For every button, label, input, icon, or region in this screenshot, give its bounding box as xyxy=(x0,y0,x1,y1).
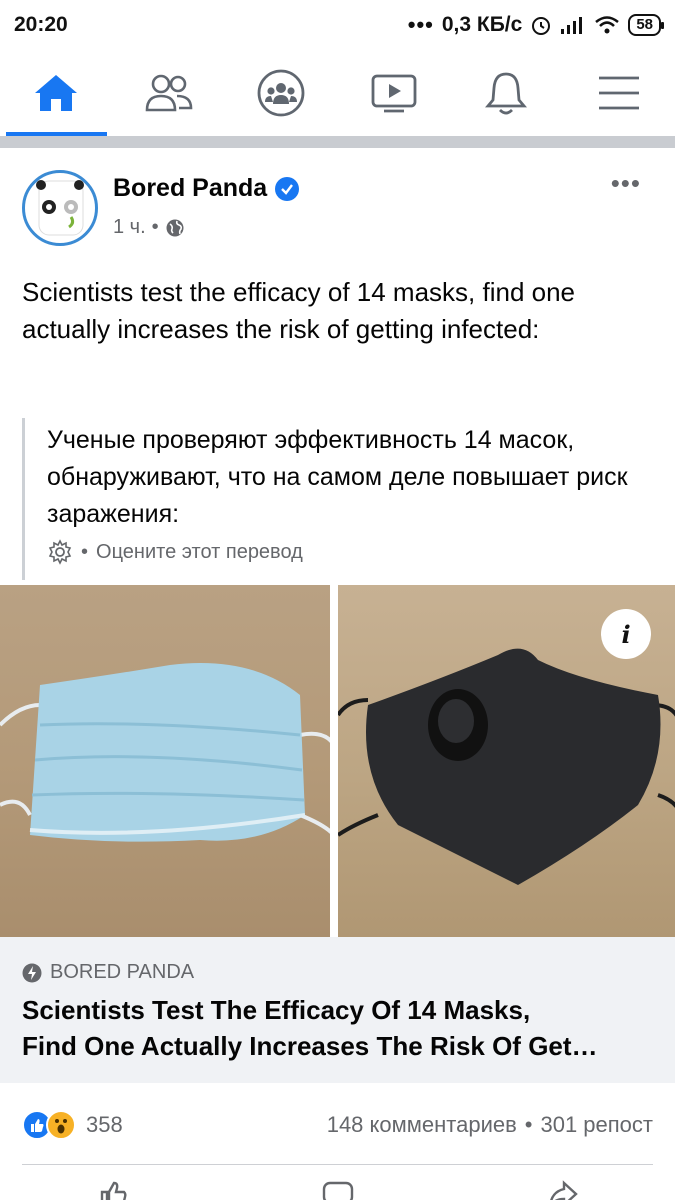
reactions-row: 358 148 комментариев • 301 репост xyxy=(0,1100,675,1150)
more-notifications-icon: ••• xyxy=(407,12,434,37)
more-options-button[interactable]: ••• xyxy=(611,170,641,196)
status-right: ••• 0,3 КБ/с 58 xyxy=(407,12,664,38)
author-name[interactable]: Bored Panda xyxy=(113,174,267,203)
wow-reaction-icon xyxy=(46,1110,76,1140)
lightning-icon xyxy=(22,963,42,982)
reaction-count[interactable]: 358 xyxy=(86,1112,123,1138)
comment-button[interactable] xyxy=(225,1180,450,1200)
reactions-divider xyxy=(22,1164,653,1165)
surgical-mask-illustration xyxy=(0,663,331,842)
action-bar xyxy=(0,1180,675,1200)
avatar[interactable] xyxy=(22,170,98,246)
share-button[interactable] xyxy=(450,1180,675,1200)
watch-icon xyxy=(371,74,417,113)
author-row: Bored Panda xyxy=(113,174,300,203)
link-title[interactable]: Scientists Test The Efficacy Of 14 Masks… xyxy=(22,992,653,1064)
rate-translation-row[interactable]: • Оцените этот перевод xyxy=(47,539,642,565)
gear-icon xyxy=(48,539,72,565)
like-button[interactable] xyxy=(0,1180,225,1200)
alarm-icon xyxy=(532,17,551,35)
info-button[interactable]: i xyxy=(601,609,651,659)
post-image[interactable]: i xyxy=(0,585,675,937)
like-icon xyxy=(100,1181,127,1200)
menu-icon xyxy=(598,76,639,110)
link-source: BORED PANDA xyxy=(50,961,195,983)
status-time: 20:20 xyxy=(14,13,68,36)
groups-icon xyxy=(257,69,305,117)
translation-block: Ученые проверяют эффективность 14 масок,… xyxy=(22,418,642,580)
comment-icon xyxy=(322,1181,353,1200)
panda-logo-icon xyxy=(36,180,84,236)
post-meta: 1 ч. • xyxy=(113,216,185,239)
status-bar: 20:20 ••• 0,3 КБ/с 58 xyxy=(0,0,675,50)
top-nav xyxy=(0,50,675,136)
post-stats: 148 комментариев • 301 репост xyxy=(327,1112,653,1138)
comments-count[interactable]: 148 комментариев xyxy=(327,1112,517,1138)
link-preview[interactable]: BORED PANDA Scientists Test The Efficacy… xyxy=(0,937,675,1083)
post-time[interactable]: 1 ч. xyxy=(113,216,146,239)
nav-menu[interactable] xyxy=(563,50,675,136)
post-text: Scientists test the efficacy of 14 masks… xyxy=(22,277,576,344)
surgical-mask-image xyxy=(0,585,331,937)
nav-home[interactable] xyxy=(0,50,113,136)
signal-icon xyxy=(561,17,583,34)
shares-count[interactable]: 301 репост xyxy=(540,1112,653,1138)
network-speed: 0,3 КБ/с xyxy=(441,13,523,36)
home-icon xyxy=(35,75,78,111)
translation-text: Ученые проверяют эффективность 14 масок,… xyxy=(47,426,628,528)
wifi-icon xyxy=(595,16,620,34)
nav-watch[interactable] xyxy=(338,50,451,136)
share-icon xyxy=(549,1180,578,1200)
battery-indicator: 58 xyxy=(628,14,664,36)
nav-friends[interactable] xyxy=(113,50,226,136)
verified-badge-icon xyxy=(275,176,300,201)
stats-dot: • xyxy=(524,1112,533,1137)
link-source-row: BORED PANDA xyxy=(22,961,653,984)
meta-dot: • xyxy=(151,216,159,238)
rate-dot: • xyxy=(81,540,89,563)
nav-groups[interactable] xyxy=(225,50,338,136)
notifications-icon xyxy=(485,72,528,115)
nav-notifications[interactable] xyxy=(450,50,563,136)
reaction-icons[interactable] xyxy=(22,1110,76,1140)
feed-separator xyxy=(0,136,675,148)
globe-icon xyxy=(166,219,184,236)
link-title-line-2: Find One Actually Increases The Risk Of … xyxy=(22,1031,598,1061)
rate-translation-link[interactable]: Оцените этот перевод xyxy=(96,541,303,564)
valve-mask-image: i xyxy=(338,585,675,937)
link-title-line-1: Scientists Test The Efficacy Of 14 Masks… xyxy=(22,995,531,1025)
friends-icon xyxy=(145,74,193,112)
post-header: Bored Panda 1 ч. • ••• xyxy=(0,148,675,258)
